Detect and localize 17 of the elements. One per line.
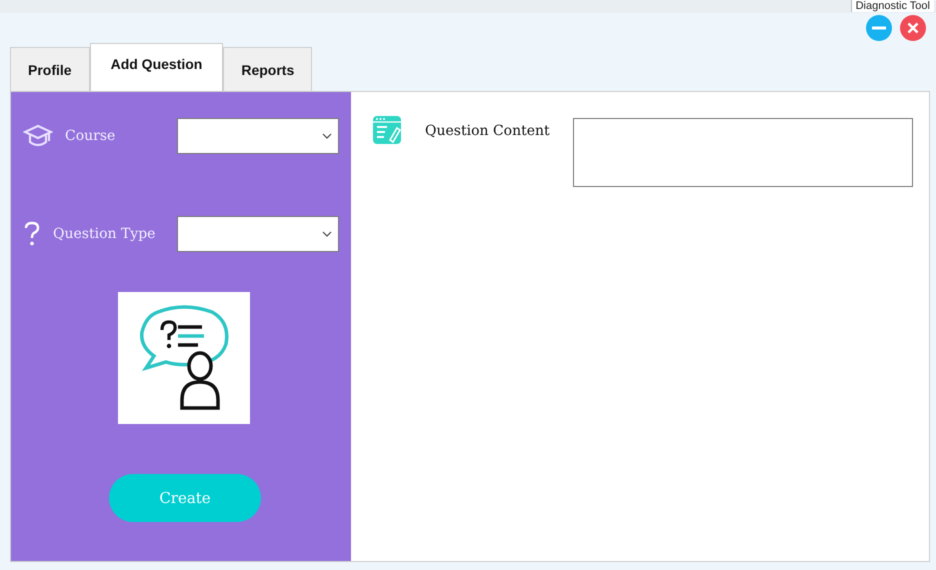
close-icon[interactable] [900,15,926,41]
graduation-cap-icon [23,124,53,148]
question-mark-icon [23,221,41,247]
caret-icon [322,133,332,139]
document-edit-icon [373,116,401,144]
question-content-field[interactable] [573,118,913,187]
dropdown[interactable] [177,216,339,252]
minimize-icon[interactable] [866,15,892,41]
field-label: Question Type [53,226,156,242]
field-label: Question Content [425,123,551,139]
window-title: Diagnostic Tool [850,0,934,12]
caret-icon [322,231,332,237]
dropdown[interactable] [177,118,339,154]
field-label: Course [65,128,116,144]
tab[interactable]: Profile [10,47,90,91]
tab[interactable]: Reports [223,47,312,91]
tab[interactable]: Add Question [90,43,224,91]
